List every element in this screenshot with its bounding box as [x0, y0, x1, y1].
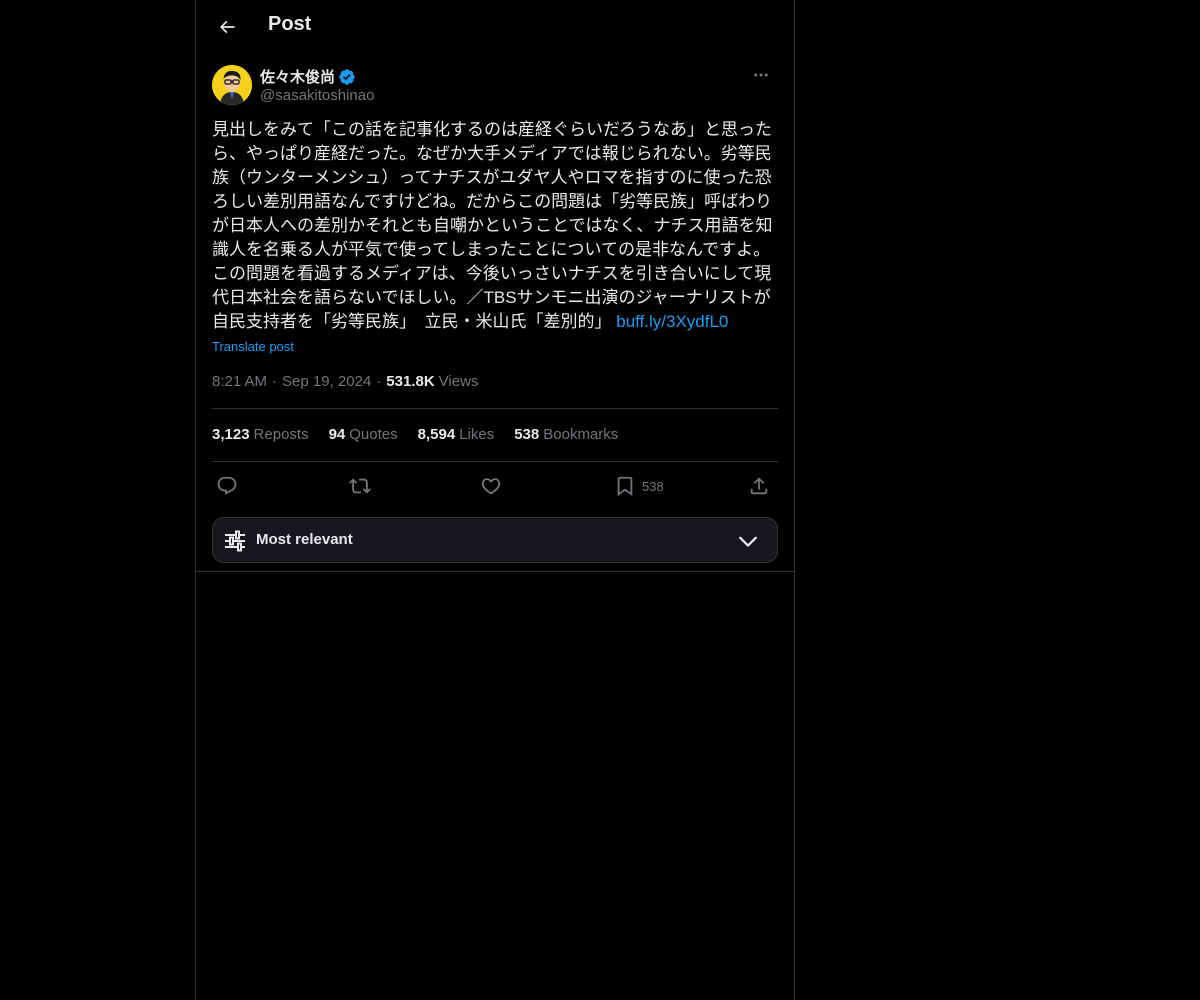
heart-icon	[480, 475, 502, 497]
display-name[interactable]: 佐々木俊尚	[260, 66, 335, 87]
tweet-text: 見出しをみて「この話を記事化するのは産経ぐらいだろうなあ」と思ったら、やっぱり産…	[212, 118, 780, 334]
verified-badge-icon	[338, 68, 356, 86]
page-header: Post	[196, 0, 794, 54]
views-count: 531.8K	[386, 373, 435, 390]
arrow-left-icon	[217, 17, 237, 37]
likes-count: 8,594	[417, 426, 456, 443]
like-button[interactable]	[480, 472, 502, 500]
repost-icon	[349, 475, 371, 497]
sort-label: Most relevant	[256, 531, 353, 548]
back-button[interactable]	[212, 12, 242, 42]
action-bar: 538	[212, 472, 778, 500]
engagement-stats: 3,123 Reposts 94 Quotes 8,594 Likes 538 Book…	[212, 426, 638, 443]
bookmark-button[interactable]: 538	[614, 472, 664, 500]
tweet-time[interactable]: 8:21 AM	[212, 373, 267, 390]
meta-separator: ·	[376, 373, 382, 390]
tweet-date[interactable]: Sep 19, 2024	[282, 373, 371, 390]
author-row: 佐々木俊尚 @sasakitoshinao	[212, 64, 778, 108]
bookmark-icon	[614, 475, 636, 497]
translate-post-link[interactable]: Translate post	[212, 339, 294, 354]
reply-button[interactable]	[216, 472, 238, 500]
reposts-stat[interactable]: 3,123 Reposts	[212, 426, 309, 443]
tweet-link[interactable]: buff.ly/3XydfL0	[616, 312, 728, 331]
divider	[212, 408, 778, 409]
bookmark-count: 538	[642, 478, 664, 494]
more-dots-icon	[752, 66, 770, 84]
author-handle[interactable]: @sasakitoshinao	[260, 87, 374, 104]
bookmarks-stat[interactable]: 538 Bookmarks	[514, 426, 618, 443]
main-column: Post 佐々木俊尚 @sasakitoshinao 見出しをみて「この話を記事…	[195, 0, 795, 1000]
divider	[212, 461, 778, 462]
section-divider	[196, 571, 794, 572]
bookmarks-label: Bookmarks	[543, 426, 619, 443]
views-label: Views	[438, 373, 479, 390]
likes-label: Likes	[459, 426, 495, 443]
repost-button[interactable]	[349, 472, 371, 500]
meta-separator: ·	[272, 373, 278, 390]
display-name-row: 佐々木俊尚	[260, 66, 356, 87]
more-options-button[interactable]	[744, 64, 778, 86]
sliders-icon	[223, 529, 247, 553]
chevron-down-icon	[737, 530, 759, 552]
reply-sort-dropdown[interactable]: Most relevant	[212, 517, 778, 563]
likes-stat[interactable]: 8,594 Likes	[418, 426, 495, 443]
tweet-meta: 8:21 AM · Sep 19, 2024 · 531.8K Views	[212, 373, 478, 390]
share-icon	[748, 475, 770, 497]
reposts-label: Reposts	[253, 426, 309, 443]
bookmarks-count: 538	[514, 426, 540, 443]
tweet-body: 見出しをみて「この話を記事化するのは産経ぐらいだろうなあ」と思ったら、やっぱり産…	[212, 120, 773, 331]
page-title: Post	[268, 13, 312, 35]
share-button[interactable]	[748, 472, 770, 500]
reply-icon	[216, 475, 238, 497]
avatar[interactable]	[212, 65, 252, 105]
reposts-count: 3,123	[212, 426, 250, 443]
quotes-count: 94	[328, 426, 346, 443]
quotes-label: Quotes	[349, 426, 398, 443]
quotes-stat[interactable]: 94 Quotes	[329, 426, 398, 443]
